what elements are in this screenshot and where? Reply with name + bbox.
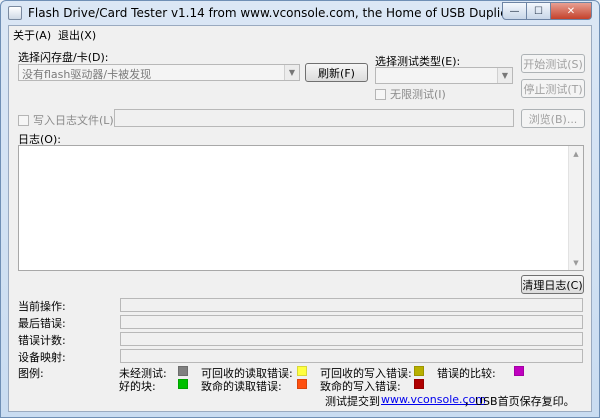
title-bar[interactable]: Flash Drive/Card Tester v1.14 from www.v… [1,1,599,25]
legend-swatch-good [178,379,188,389]
legend-label-fatal-read: 致命的读取错误: [201,380,282,393]
last-error-field [120,315,583,329]
scroll-up-icon[interactable]: ▲ [569,146,583,161]
error-count-field [120,332,583,346]
start-test-button[interactable]: 开始测试(S) [521,54,585,73]
scroll-down-icon[interactable]: ▼ [569,255,583,270]
log-scrollbar[interactable]: ▲ ▼ [568,146,583,270]
legend-swatch-bad-compare [514,366,524,376]
legend-swatch-recoverable-read [297,366,307,376]
stop-test-button[interactable]: 停止测试(T) [521,79,585,98]
legend-swatch-fatal-write [414,379,424,389]
footer-prefix: 测试提交到 [325,395,380,408]
legend-label-good: 好的块: [119,380,156,393]
write-log-label: 写入日志文件(L) [33,114,114,127]
legend-title: 图例: [18,367,44,380]
current-op-field [120,298,583,312]
app-icon [8,6,22,20]
caption-buttons: — ☐ ✕ [502,2,592,20]
browse-button[interactable]: 浏览(B)... [521,109,585,128]
legend-label-bad-compare: 错误的比较: [437,367,496,380]
checkbox-box [18,114,29,126]
legend-swatch-recoverable-write [414,366,424,376]
log-output[interactable]: ▲ ▼ [18,145,584,271]
refresh-button[interactable]: 刷新(F) [305,63,368,82]
legend-swatch-fatal-read [297,379,307,389]
maximize-button[interactable]: ☐ [526,2,551,20]
last-error-label: 最后错误: [18,317,66,330]
infinite-test-label: 无限测试(I) [390,88,446,101]
close-button[interactable]: ✕ [550,2,592,20]
device-map-field [120,349,583,363]
checkbox-box [375,88,386,100]
chevron-down-icon: ▼ [284,65,299,80]
write-log-checkbox[interactable]: 写入日志文件(L) [18,112,114,128]
current-op-label: 当前操作: [18,300,66,313]
minimize-icon: — [509,5,520,17]
minimize-button[interactable]: — [502,2,527,20]
clear-log-button[interactable]: 清理日志(C) [521,275,584,294]
menu-exit[interactable]: 退出(X) [58,27,96,43]
drive-select-value: 没有flash驱动器/卡被发现 [22,68,152,81]
chevron-down-icon: ▼ [497,68,512,83]
app-window: Flash Drive/Card Tester v1.14 from www.v… [0,0,600,418]
close-icon: ✕ [566,5,576,17]
client-area: 关于(A) 退出(X) 选择闪存盘/卡(D): 没有flash驱动器/卡被发现 … [8,25,592,412]
menu-about[interactable]: 关于(A) [13,27,51,43]
menu-bar: 关于(A) 退出(X) [9,26,591,42]
test-type-select[interactable]: ▼ [375,67,513,84]
infinite-test-checkbox[interactable]: 无限测试(I) [375,86,446,102]
footer-suffix: ，USB首页保存复印。 [464,395,575,408]
drive-label: 选择闪存盘/卡(D): [18,51,109,64]
error-count-label: 错误计数: [18,334,66,347]
maximize-icon: ☐ [534,5,543,17]
device-map-label: 设备映射: [18,351,66,364]
drive-select[interactable]: 没有flash驱动器/卡被发现 ▼ [18,64,300,81]
legend-swatch-untested [178,366,188,376]
legend-label-fatal-write: 致命的写入错误: [320,380,401,393]
log-file-path-input[interactable] [114,109,514,127]
window-title: Flash Drive/Card Tester v1.14 from www.v… [28,6,532,20]
